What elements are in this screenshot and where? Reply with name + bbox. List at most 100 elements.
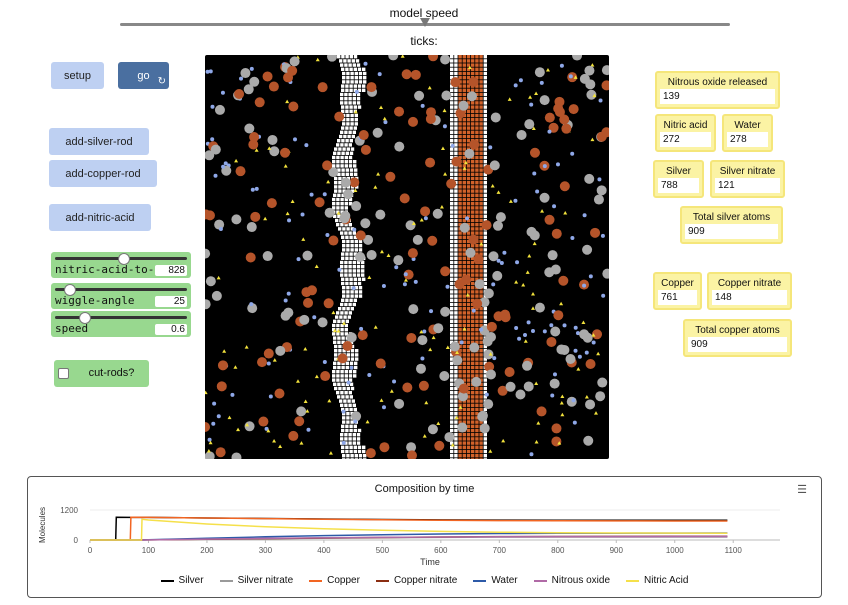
slider-value[interactable]: 0.6	[155, 324, 187, 335]
copper-atom	[471, 328, 475, 332]
hamburger-menu-icon[interactable]: ☰	[797, 483, 807, 496]
copper-atom	[462, 206, 466, 210]
silver-atom	[348, 311, 352, 315]
copper-atom	[483, 155, 487, 160]
copper-atom	[479, 76, 483, 80]
legend-item[interactable]: Silver nitrate	[219, 575, 293, 586]
slider-value[interactable]: 828	[155, 265, 187, 276]
copper-nitrate-particle	[303, 297, 314, 308]
water-particle	[254, 186, 259, 191]
copper-atom	[479, 193, 483, 197]
silver-nitrate-particle	[596, 185, 607, 196]
legend-item[interactable]: Nitrous oxide	[533, 575, 610, 586]
silver-nitrate-particle	[275, 345, 286, 356]
copper-atom	[471, 437, 475, 441]
copper-atom	[458, 97, 462, 101]
legend-item[interactable]: Copper nitrate	[375, 575, 457, 586]
silver-atom	[357, 84, 362, 88]
slider-track[interactable]	[55, 316, 187, 319]
silver-nitrate-particle	[269, 146, 280, 157]
silver-atom	[341, 84, 345, 88]
cut-rods-switch[interactable]: cut-rods?	[54, 360, 149, 387]
nitric-acid-particle	[590, 137, 595, 142]
water-particle	[450, 143, 455, 148]
nitric-acid-particle	[365, 419, 370, 424]
silver-atom	[362, 67, 366, 71]
copper-atom	[483, 185, 487, 189]
slider-value[interactable]: 25	[155, 296, 187, 307]
silver-atom	[358, 244, 363, 248]
copper-atom	[483, 248, 487, 252]
copper-nitrate-particle	[358, 130, 369, 141]
copper-nitrate-particle	[314, 197, 325, 208]
water-particle	[550, 393, 555, 398]
add-nitric-acid-button[interactable]: add-nitric-acid	[49, 204, 151, 231]
legend-label: Silver	[178, 575, 204, 586]
silver-atom	[350, 386, 355, 391]
silver-atom	[344, 155, 348, 160]
copper-atom	[454, 231, 458, 235]
silver-atom	[363, 71, 367, 76]
copper-atom	[450, 269, 454, 273]
go-button[interactable]: go ↻	[118, 62, 169, 89]
silver-nitrate-particle	[366, 249, 377, 260]
copper-atom	[471, 391, 475, 395]
copper-atom	[471, 63, 475, 67]
add-copper-rod-button[interactable]: add-copper-rod	[49, 160, 157, 187]
silver-nitrate-particle	[346, 332, 357, 343]
legend-item[interactable]: Water	[473, 575, 518, 586]
copper-atom	[450, 202, 454, 206]
speed-slider[interactable]: speed 0.6	[51, 311, 191, 337]
copper-atom	[458, 307, 462, 311]
copper-atom	[458, 193, 462, 197]
copper-atom	[454, 97, 458, 101]
copper-atom	[483, 277, 487, 281]
simulation-world-view[interactable]	[200, 50, 613, 463]
silver-atom	[345, 252, 349, 256]
legend-item[interactable]: Silver	[160, 575, 204, 586]
copper-atom	[479, 370, 483, 374]
water-particle	[249, 302, 254, 307]
copper-atom	[454, 252, 458, 256]
cut-rods-checkbox[interactable]	[58, 368, 69, 379]
copper-atom	[462, 147, 466, 151]
legend-item[interactable]: Nitric Acid	[626, 575, 688, 586]
model-speed-thumb[interactable]	[420, 18, 430, 27]
copper-atom	[475, 328, 479, 332]
water-particle	[573, 325, 578, 330]
copper-atom	[479, 336, 483, 340]
silver-atom	[350, 454, 354, 458]
copper-nitrate-particle	[323, 298, 334, 309]
water-particle	[352, 227, 357, 232]
copper-atom	[454, 323, 458, 328]
silver-nitrate-particle	[483, 288, 494, 299]
nitric-acid-to-add-slider[interactable]: nitric-acid-to-add 828	[51, 252, 191, 278]
water-particle	[530, 328, 535, 333]
silver-atom	[340, 206, 344, 210]
silver-nitrate-particle	[289, 56, 300, 67]
copper-atom	[450, 227, 454, 231]
add-silver-rod-button[interactable]: add-silver-rod	[49, 128, 149, 155]
nitric-acid-particle	[439, 204, 444, 209]
copper-atom	[479, 168, 483, 172]
copper-atom	[479, 122, 483, 126]
copper-atom	[462, 441, 466, 445]
water-particle	[552, 372, 557, 377]
silver-monitor: Silver 788	[653, 160, 704, 198]
copper-atom	[471, 286, 475, 290]
silver-atom	[340, 130, 344, 134]
silver-atom	[341, 126, 345, 130]
copper-atom	[483, 181, 487, 185]
copper-nitrate-particle	[217, 360, 228, 371]
legend-item[interactable]: Copper	[309, 575, 360, 586]
world-canvas	[200, 50, 613, 463]
copper-atom	[471, 134, 475, 139]
copper-atom	[458, 139, 462, 143]
silver-atom	[341, 382, 345, 386]
copper-nitrate-particle	[551, 436, 562, 447]
copper-atom	[454, 311, 458, 315]
copper-nitrate-particle	[585, 359, 596, 370]
wiggle-angle-slider[interactable]: wiggle-angle 25	[51, 283, 191, 309]
setup-button[interactable]: setup	[51, 62, 104, 89]
silver-atom	[344, 433, 348, 437]
